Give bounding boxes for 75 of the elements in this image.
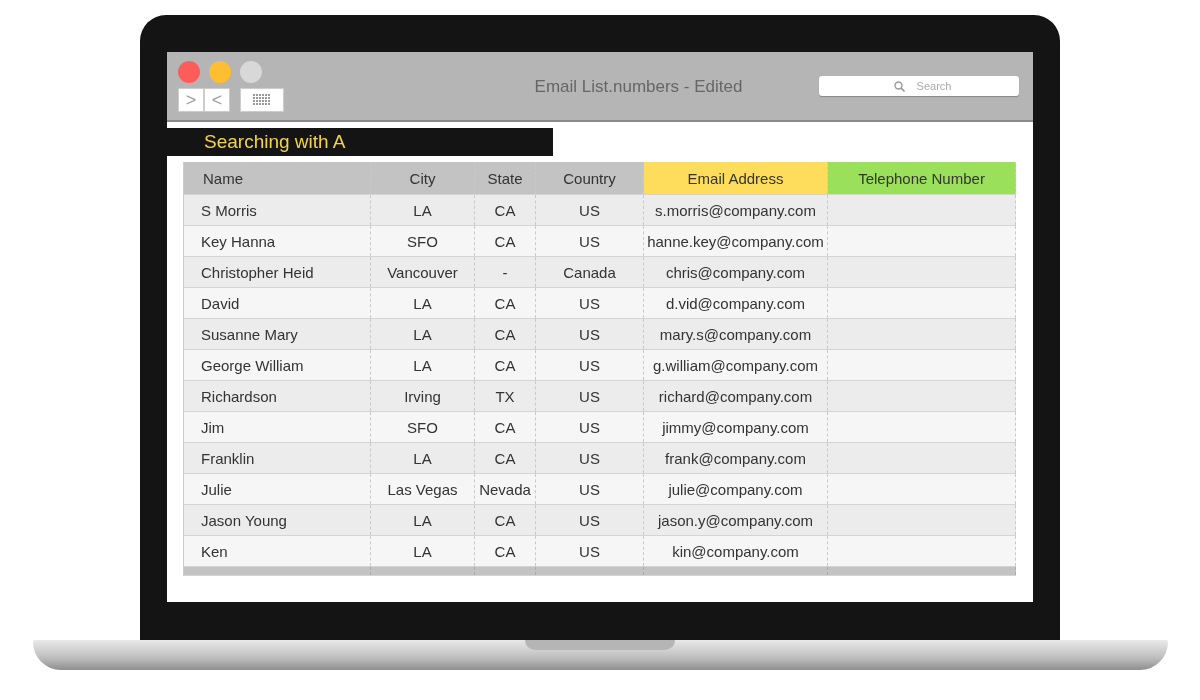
table-cell: Franklin bbox=[184, 443, 371, 473]
table-cell: jason.y@company.com bbox=[644, 505, 828, 535]
table-cell: chris@company.com bbox=[644, 257, 828, 287]
column-header[interactable]: City bbox=[371, 162, 475, 194]
table-cell: - bbox=[475, 257, 536, 287]
column-header[interactable]: Telephone Number bbox=[828, 162, 1016, 194]
table-cell: US bbox=[536, 226, 644, 256]
table-cell: LA bbox=[371, 443, 475, 473]
table-cell: g.william@company.com bbox=[644, 350, 828, 380]
table-cell: US bbox=[536, 474, 644, 504]
search-icon bbox=[894, 81, 905, 92]
table-cell: richard@company.com bbox=[644, 381, 828, 411]
table-cell: LA bbox=[371, 505, 475, 535]
table-cell: US bbox=[536, 536, 644, 566]
table-cell: US bbox=[536, 319, 644, 349]
table-cell: LA bbox=[371, 319, 475, 349]
zoom-icon[interactable] bbox=[240, 60, 262, 83]
table-cell: Julie bbox=[184, 474, 371, 504]
table-cell: CA bbox=[475, 412, 536, 442]
table-cell: hanne.key@company.com bbox=[644, 226, 828, 256]
table-cell: S Morris bbox=[184, 195, 371, 225]
table-cell: US bbox=[536, 443, 644, 473]
table-cell: CA bbox=[475, 226, 536, 256]
table-cell: US bbox=[536, 195, 644, 225]
table-cell: CA bbox=[475, 505, 536, 535]
table-cell: LA bbox=[371, 288, 475, 318]
grid-view-button[interactable] bbox=[240, 87, 284, 112]
table-cell: Ken bbox=[184, 536, 371, 566]
table-cell: US bbox=[536, 288, 644, 318]
table-cell: CA bbox=[475, 195, 536, 225]
table-cell: Christopher Heid bbox=[184, 257, 371, 287]
window-title: Email List.numbers - Edited bbox=[533, 76, 744, 97]
table-cell: s.morris@company.com bbox=[644, 195, 828, 225]
table-cell: CA bbox=[475, 350, 536, 380]
table-cell: Richardson bbox=[184, 381, 371, 411]
table-cell: Canada bbox=[536, 257, 644, 287]
table-cell: frank@company.com bbox=[644, 443, 828, 473]
close-icon[interactable] bbox=[178, 60, 200, 83]
table-cell: Key Hanna bbox=[184, 226, 371, 256]
search-field[interactable]: Search bbox=[819, 76, 1019, 96]
table-cell: Las Vegas bbox=[371, 474, 475, 504]
table-cell: mary.s@company.com bbox=[644, 319, 828, 349]
table-cell: Jim bbox=[184, 412, 371, 442]
table-cell: US bbox=[536, 412, 644, 442]
table-cell: US bbox=[536, 505, 644, 535]
table-cell: Jason Young bbox=[184, 505, 371, 535]
column-header[interactable]: State bbox=[475, 162, 536, 194]
table-cell: Vancouver bbox=[371, 257, 475, 287]
table-cell: Susanne Mary bbox=[184, 319, 371, 349]
table-cell: George William bbox=[184, 350, 371, 380]
table-cell: LA bbox=[371, 195, 475, 225]
table-cell: CA bbox=[475, 288, 536, 318]
grid-icon bbox=[253, 93, 271, 106]
table-cell: US bbox=[536, 381, 644, 411]
table-cell: CA bbox=[475, 319, 536, 349]
column-header[interactable]: Country bbox=[536, 162, 644, 194]
table-cell: SFO bbox=[371, 412, 475, 442]
table-cell: d.vid@company.com bbox=[644, 288, 828, 318]
table-cell: US bbox=[536, 350, 644, 380]
table-cell: kin@company.com bbox=[644, 536, 828, 566]
table-cell: SFO bbox=[371, 226, 475, 256]
table-cell: CA bbox=[475, 536, 536, 566]
search-banner: Searching with A bbox=[167, 128, 553, 156]
column-header[interactable]: Email Address bbox=[644, 162, 828, 194]
table-cell: David bbox=[184, 288, 371, 318]
table-cell: TX bbox=[475, 381, 536, 411]
table-cell: jimmy@company.com bbox=[644, 412, 828, 442]
table-cell: Irving bbox=[371, 381, 475, 411]
column-header[interactable]: Name bbox=[184, 162, 371, 194]
table-cell: LA bbox=[371, 350, 475, 380]
table-cell: LA bbox=[371, 536, 475, 566]
table-cell: CA bbox=[475, 443, 536, 473]
table-cell: Nevada bbox=[475, 474, 536, 504]
table-cell: julie@company.com bbox=[644, 474, 828, 504]
minimize-icon[interactable] bbox=[209, 60, 231, 83]
